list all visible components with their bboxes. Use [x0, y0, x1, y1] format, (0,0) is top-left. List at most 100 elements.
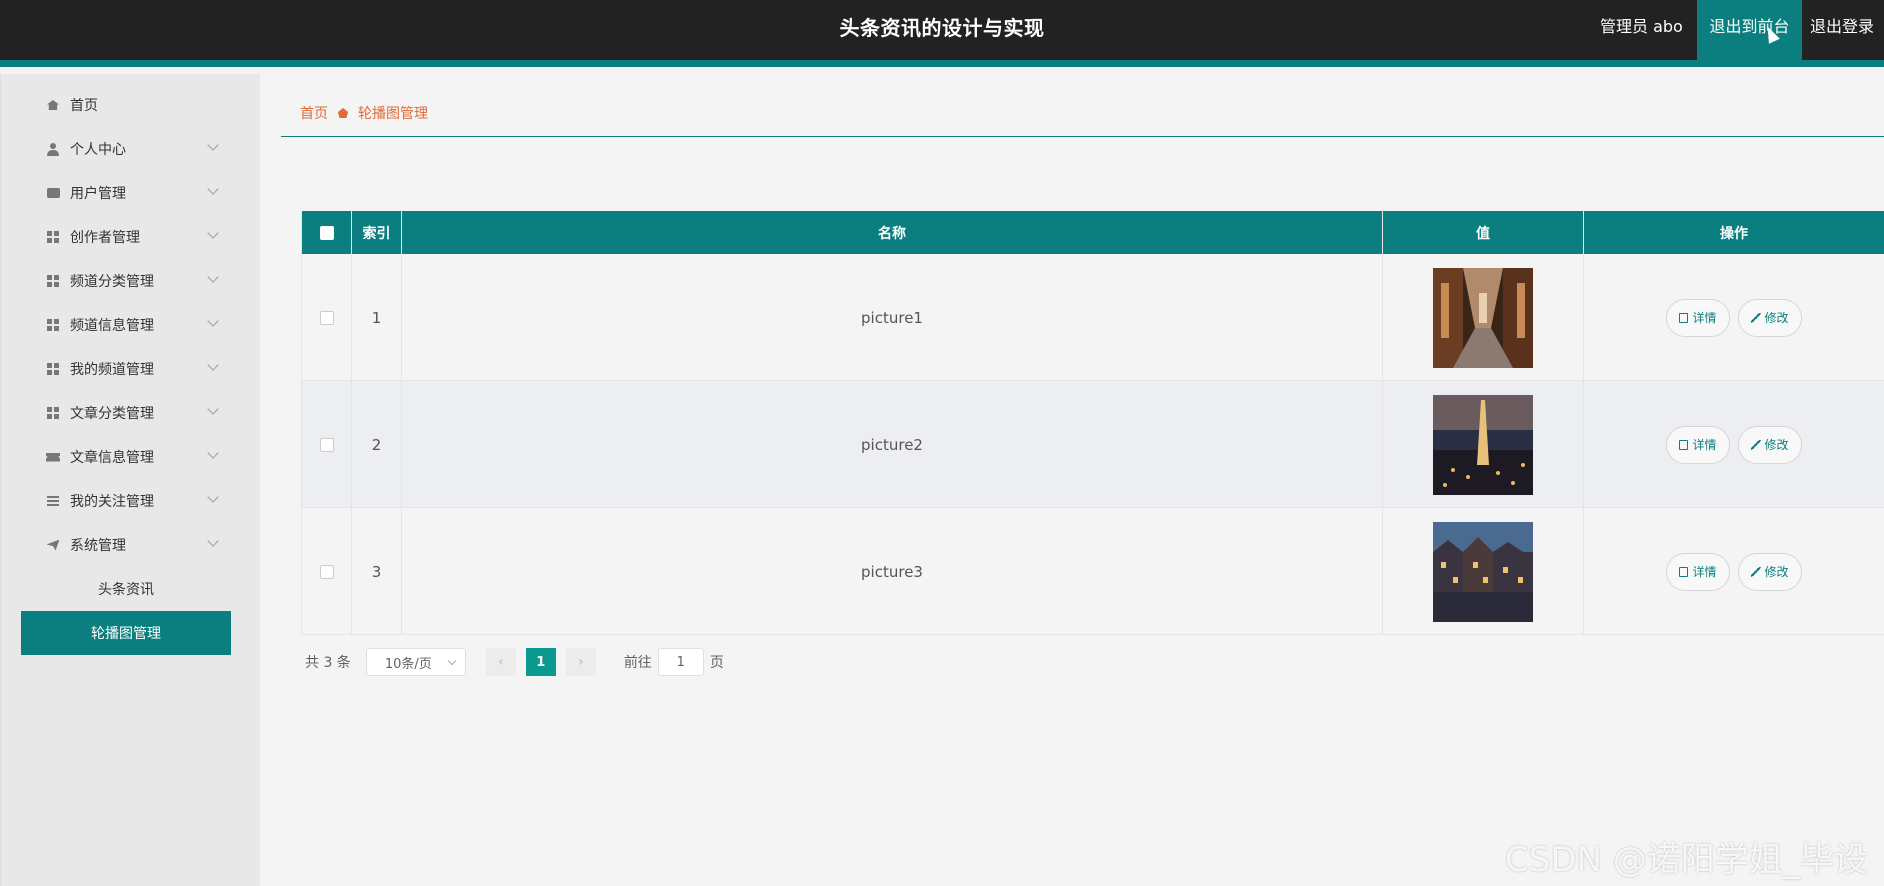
prev-page-button[interactable]: ‹	[485, 648, 516, 676]
column-header-index: 索引	[352, 211, 402, 254]
library-aisle-image	[1433, 267, 1533, 368]
row-value-cell	[1383, 381, 1584, 508]
sidebar-item-home[interactable]: 首页	[1, 83, 261, 127]
grid-icon	[46, 406, 60, 420]
sidebar-subitem-headline-news[interactable]: 头条资讯	[21, 567, 231, 611]
chat-icon	[46, 186, 60, 200]
city-night-image	[1433, 394, 1533, 495]
sidebar-item-channel-category[interactable]: 频道分类管理	[1, 259, 261, 303]
chevron-left-icon: ‹	[498, 654, 504, 670]
row-checkbox[interactable]	[319, 437, 334, 452]
column-header-actions: 操作	[1584, 211, 1884, 254]
page-suffix-label: 页	[709, 655, 724, 671]
row-actions: 详情 修改	[1584, 508, 1884, 635]
detail-button[interactable]: 详情	[1666, 298, 1730, 337]
row-name: picture1	[402, 254, 1383, 381]
grid-icon	[46, 274, 60, 288]
sidebar-subitem-carousel-management[interactable]: 轮播图管理	[21, 611, 231, 655]
carousel-table: 索引 名称 值 操作 1 picture1 详情 修改 2 picture2 详…	[301, 211, 1884, 635]
chevron-down-icon	[207, 447, 219, 459]
goto-page-input[interactable]: 1	[657, 648, 704, 676]
chevron-right-icon: ›	[578, 654, 584, 670]
pencil-icon	[1750, 439, 1761, 450]
breadcrumb-separator-icon	[338, 108, 348, 118]
sidebar: 首页 个人中心 用户管理 创作者管理 频道分类管理 频道信息管理 我的频道管理 …	[0, 74, 260, 886]
grid-icon	[46, 362, 60, 376]
sidebar-item-label: 频道信息管理	[70, 318, 154, 334]
row-index: 1	[352, 254, 402, 381]
sidebar-item-label: 文章信息管理	[70, 450, 154, 466]
row-value-cell	[1383, 254, 1584, 381]
table-row: 3 picture3 详情 修改	[302, 508, 1884, 635]
chevron-down-icon	[207, 359, 219, 371]
breadcrumb-current: 轮播图管理	[358, 106, 428, 122]
plane-icon	[46, 538, 60, 552]
row-index: 3	[352, 508, 402, 635]
grid-icon	[46, 318, 60, 332]
detail-button[interactable]: 详情	[1666, 552, 1730, 591]
row-checkbox[interactable]	[319, 564, 334, 579]
sidebar-item-article-category[interactable]: 文章分类管理	[1, 391, 261, 435]
select-all-checkbox[interactable]	[319, 225, 334, 240]
pencil-icon	[1750, 566, 1761, 577]
document-icon	[1679, 312, 1689, 323]
sidebar-item-label: 我的关注管理	[70, 494, 154, 510]
breadcrumb: 首页 轮播图管理	[300, 103, 428, 123]
row-name: picture3	[402, 508, 1383, 635]
canal-houses-image	[1433, 521, 1533, 622]
sidebar-item-label: 用户管理	[70, 186, 126, 202]
edit-button[interactable]: 修改	[1737, 425, 1802, 464]
sidebar-item-article-info[interactable]: 文章信息管理	[1, 435, 261, 479]
sidebar-item-personal-center[interactable]: 个人中心	[1, 127, 261, 171]
row-checkbox-cell	[302, 381, 352, 508]
chevron-down-icon	[207, 535, 219, 547]
breadcrumb-divider	[281, 136, 1884, 137]
document-icon	[1679, 566, 1689, 577]
next-page-button[interactable]: ›	[565, 648, 596, 676]
sidebar-item-my-follows[interactable]: 我的关注管理	[1, 479, 261, 523]
sidebar-item-channel-info[interactable]: 频道信息管理	[1, 303, 261, 347]
sidebar-item-creator-management[interactable]: 创作者管理	[1, 215, 261, 259]
admin-username: 管理员 abo	[1600, 17, 1683, 36]
table-row: 1 picture1 详情 修改	[302, 254, 1884, 381]
row-actions: 详情 修改	[1584, 254, 1884, 381]
chevron-down-icon	[207, 183, 219, 195]
grid-icon	[46, 230, 60, 244]
sidebar-item-label: 频道分类管理	[70, 274, 154, 290]
chevron-down-icon	[207, 491, 219, 503]
row-checkbox-cell	[302, 508, 352, 635]
sidebar-item-label: 个人中心	[70, 142, 126, 158]
document-icon	[1679, 439, 1689, 450]
sidebar-item-label: 系统管理	[70, 538, 126, 554]
row-name: picture2	[402, 381, 1383, 508]
sidebar-item-system-management[interactable]: 系统管理	[1, 523, 261, 567]
sidebar-item-my-channel[interactable]: 我的频道管理	[1, 347, 261, 391]
pagination-total: 共 3 条	[305, 655, 351, 671]
page-number-button[interactable]: 1	[525, 648, 556, 676]
pencil-icon	[1750, 312, 1761, 323]
chevron-down-icon	[207, 271, 219, 283]
header-checkbox-cell	[302, 211, 352, 254]
breadcrumb-home-link[interactable]: 首页	[300, 103, 328, 123]
logout-button[interactable]: 退出登录	[1810, 0, 1884, 60]
edit-button[interactable]: 修改	[1737, 552, 1802, 591]
chevron-down-icon	[207, 139, 219, 151]
row-checkbox-cell	[302, 254, 352, 381]
top-header: 头条资讯的设计与实现 管理员 abo 退出到前台 退出登录	[0, 0, 1884, 67]
chevron-down-icon	[207, 315, 219, 327]
user-icon	[46, 142, 60, 156]
row-index: 2	[352, 381, 402, 508]
chevron-down-icon	[447, 656, 457, 666]
row-checkbox[interactable]	[319, 310, 334, 325]
page-size-select[interactable]: 10条/页	[365, 648, 466, 676]
watermark: CSDN @诺阳学姐_毕设	[1505, 840, 1868, 880]
sidebar-item-user-management[interactable]: 用户管理	[1, 171, 261, 215]
column-header-name: 名称	[402, 211, 1383, 254]
pagination: 共 3 条 10条/页 ‹ 1 › 前往 1 页	[305, 648, 724, 676]
column-header-value: 值	[1383, 211, 1584, 254]
detail-button[interactable]: 详情	[1666, 425, 1730, 464]
chevron-down-icon	[207, 227, 219, 239]
edit-button[interactable]: 修改	[1737, 298, 1802, 337]
row-actions: 详情 修改	[1584, 381, 1884, 508]
exit-to-frontend-button[interactable]: 退出到前台	[1697, 0, 1802, 67]
